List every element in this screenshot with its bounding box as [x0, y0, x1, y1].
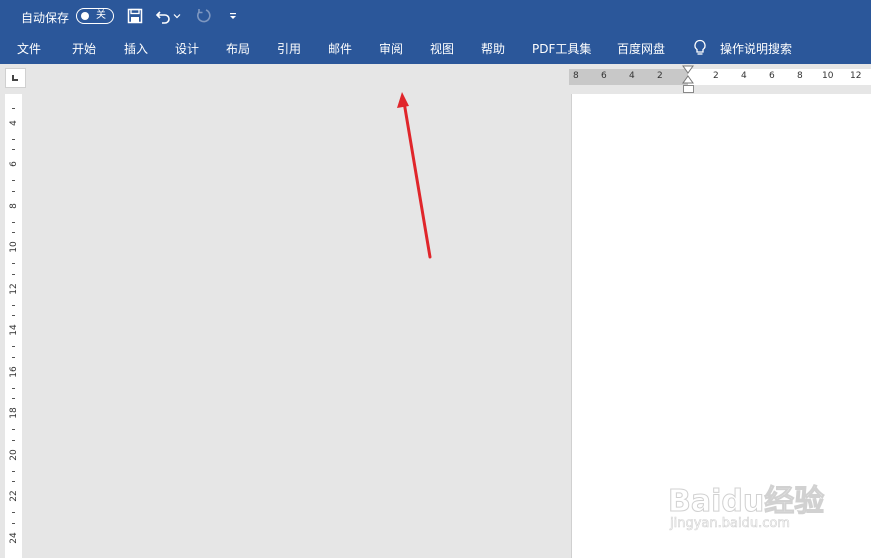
vruler-tick	[12, 440, 15, 441]
vruler-number: 20	[9, 449, 19, 461]
annotation-arrow	[397, 92, 432, 259]
tell-me-search[interactable]: 操作说明搜索	[720, 40, 792, 57]
vruler-tick	[12, 346, 15, 347]
tab-home[interactable]: 开始	[72, 40, 96, 57]
vruler-number: 6	[9, 161, 19, 167]
hruler-number: 2	[657, 71, 663, 81]
vertical-ruler[interactable]: 4 6 8 10 12 14 16 18 20 22 24	[5, 94, 22, 558]
vruler-number: 8	[9, 203, 19, 209]
vruler-tick	[12, 305, 15, 306]
hruler-number: 8	[573, 71, 579, 81]
vruler-tick	[12, 149, 15, 150]
vruler-tick	[12, 232, 15, 233]
undo-icon[interactable]	[154, 7, 172, 25]
vruler-number: 12	[9, 283, 19, 295]
title-bar: 自动保存 关	[0, 0, 871, 32]
vruler-number: 16	[9, 366, 19, 378]
tab-pdf-tools[interactable]: PDF工具集	[532, 40, 591, 57]
hruler-number: 4	[629, 71, 635, 81]
vruler-tick	[12, 512, 15, 513]
lightbulb-icon[interactable]	[692, 39, 708, 57]
vruler-tick	[12, 315, 15, 316]
vruler-tick	[12, 108, 15, 109]
tab-review[interactable]: 审阅	[379, 40, 403, 57]
autosave-state: 关	[96, 10, 106, 21]
hruler-number: 12	[850, 71, 862, 81]
autosave-label: 自动保存	[21, 11, 70, 25]
vruler-tick	[12, 398, 15, 399]
vruler-number: 24	[9, 532, 19, 544]
left-tab-icon	[12, 75, 18, 81]
tab-insert[interactable]: 插入	[124, 40, 148, 57]
vruler-tick	[12, 481, 15, 482]
hruler-number: 2	[713, 71, 719, 81]
tab-layout[interactable]: 布局	[226, 40, 250, 57]
tab-references[interactable]: 引用	[277, 40, 301, 57]
vruler-tick	[12, 523, 15, 524]
hruler-number: 6	[601, 71, 607, 81]
save-icon[interactable]	[126, 7, 144, 25]
toggle-knob	[81, 12, 89, 20]
hanging-indent-marker[interactable]	[682, 75, 694, 85]
vruler-number: 14	[9, 324, 19, 336]
vruler-tick	[12, 357, 15, 358]
left-indent-marker[interactable]	[683, 85, 694, 93]
vruler-number: 22	[9, 490, 19, 502]
watermark-main: Baidu经验	[667, 484, 825, 520]
vruler-number: 18	[9, 407, 19, 419]
tab-file[interactable]: 文件	[17, 40, 41, 57]
tab-view[interactable]: 视图	[430, 40, 454, 57]
vruler-tick	[12, 274, 15, 275]
tab-design[interactable]: 设计	[175, 40, 199, 57]
redo-icon[interactable]	[194, 7, 212, 25]
tab-mailings[interactable]: 邮件	[328, 40, 352, 57]
vruler-tick	[12, 139, 15, 140]
tab-baidu-netdisk[interactable]: 百度网盘	[617, 40, 665, 57]
baidu-jingyan-watermark: Baidu经验 jingyan.baidu.com	[667, 470, 838, 540]
watermark-sub: jingyan.baidu.com	[670, 516, 791, 532]
vruler-tick	[12, 471, 15, 472]
vruler-tick	[12, 191, 15, 192]
vruler-tick	[12, 180, 15, 181]
tab-stop-selector[interactable]	[5, 68, 26, 88]
tab-help[interactable]: 帮助	[481, 40, 505, 57]
autosave-toggle[interactable]: 关	[76, 8, 114, 24]
hruler-number: 8	[797, 71, 803, 81]
first-line-indent-marker[interactable]	[682, 65, 694, 75]
hruler-number: 10	[822, 71, 834, 81]
vruler-tick	[12, 388, 15, 389]
vruler-number: 4	[9, 120, 19, 126]
hruler-number: 4	[741, 71, 747, 81]
undo-dropdown-icon[interactable]	[172, 7, 182, 25]
customize-qat-icon[interactable]	[224, 7, 242, 25]
vruler-number: 10	[9, 241, 19, 253]
hruler-number: 6	[769, 71, 775, 81]
vruler-tick	[12, 429, 15, 430]
vruler-tick	[12, 222, 15, 223]
vruler-tick	[12, 263, 15, 264]
